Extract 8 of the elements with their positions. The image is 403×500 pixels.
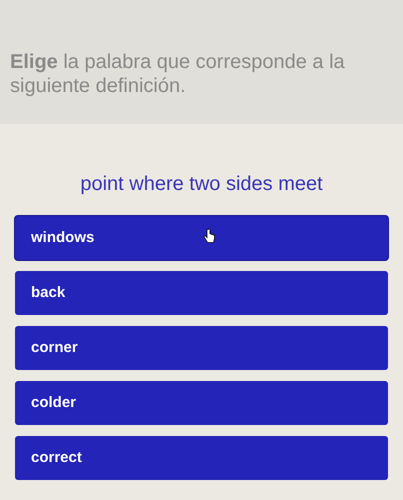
answer-option[interactable]: colder bbox=[15, 381, 388, 425]
answer-option[interactable]: back bbox=[15, 271, 388, 315]
hand-cursor-icon bbox=[203, 228, 215, 244]
instruction-text: Elige la palabra que corresponde a la siguiente definición. bbox=[10, 50, 346, 98]
answer-option[interactable]: windows bbox=[15, 216, 388, 260]
answer-option[interactable]: corner bbox=[15, 326, 388, 370]
answer-option[interactable]: correct bbox=[15, 436, 388, 480]
definition-text: point where two sides meet bbox=[79, 172, 324, 197]
